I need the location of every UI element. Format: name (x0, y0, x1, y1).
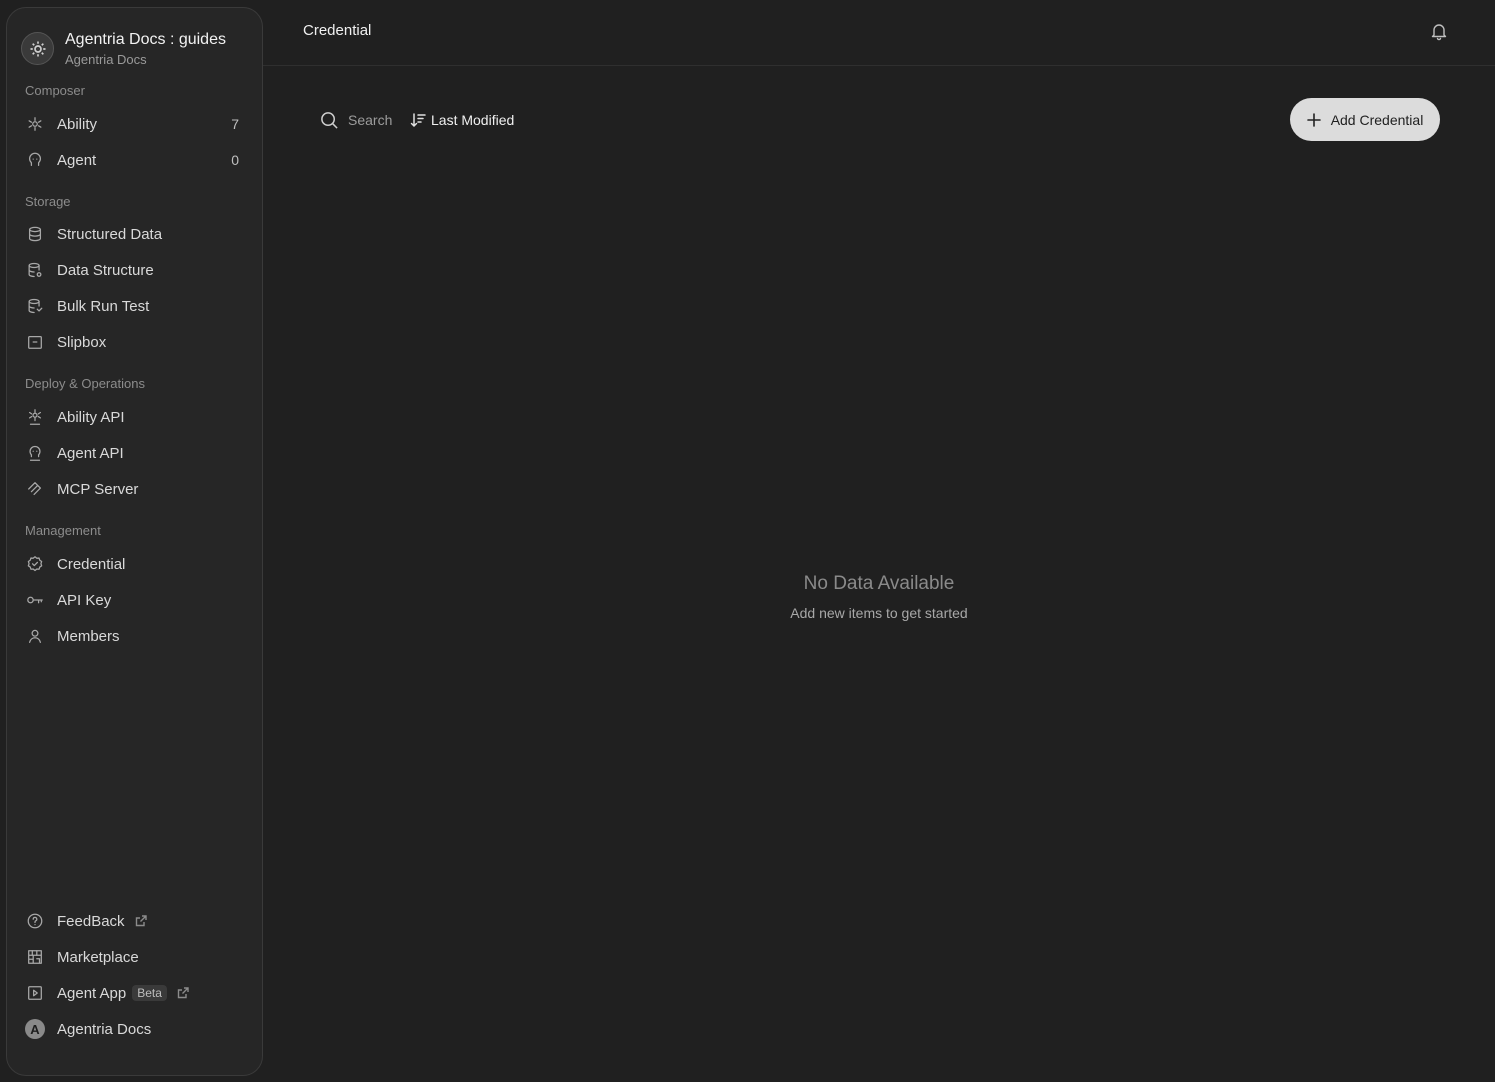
empty-state-subtitle: Add new items to get started (790, 605, 968, 621)
sidebar-item-label: Slipbox (57, 333, 107, 351)
mcp-icon (25, 479, 45, 499)
sidebar-item-slipbox[interactable]: Slipbox (17, 327, 253, 357)
section-label-composer: Composer (25, 83, 85, 98)
sidebar-item-bulk-run-test[interactable]: Bulk Run Test (17, 291, 253, 321)
sidebar-item-ability[interactable]: Ability 7 (17, 109, 253, 139)
ability-api-icon (25, 407, 45, 427)
agent-api-icon (25, 443, 45, 463)
bell-icon[interactable] (1429, 21, 1451, 43)
sidebar-item-label: Agent (57, 151, 97, 169)
workspace-title: Agentria Docs : guides (65, 31, 226, 48)
play-square-icon (25, 983, 45, 1003)
avatar: A (25, 1019, 45, 1039)
database-icon (25, 224, 45, 244)
sidebar-item-label: Data Structure (57, 261, 154, 279)
database-settings-icon (25, 260, 45, 280)
add-credential-button[interactable]: Add Credential (1290, 98, 1440, 141)
store-icon (25, 947, 45, 967)
agent-count: 0 (231, 152, 239, 168)
beta-badge: Beta (132, 985, 167, 1001)
user-icon (25, 626, 45, 646)
gear-icon (21, 32, 54, 65)
sidebar-item-label: Agentria Docs (57, 1020, 152, 1038)
sidebar-item-label: MCP Server (57, 480, 139, 498)
sidebar-item-label: Members (57, 627, 120, 645)
sort-icon (410, 113, 426, 128)
sort-button[interactable]: Last Modified (410, 112, 514, 128)
sidebar-item-data-structure[interactable]: Data Structure (17, 255, 253, 285)
database-test-icon (25, 296, 45, 316)
app-root: Agentria Docs : guides Agentria Docs Com… (0, 0, 1495, 1082)
empty-state: No Data Available Add new items to get s… (263, 573, 1495, 621)
sidebar-item-label: Credential (57, 555, 126, 573)
workspace-switcher[interactable]: Agentria Docs : guides Agentria Docs (21, 30, 226, 69)
sidebar-item-marketplace[interactable]: Marketplace (17, 942, 253, 972)
ability-count: 7 (231, 116, 239, 132)
plus-icon (1306, 112, 1321, 127)
sidebar-item-agent[interactable]: Agent 0 (17, 145, 253, 175)
sidebar-item-label: Agent App (57, 984, 127, 1002)
key-icon (25, 590, 45, 610)
search-input[interactable] (348, 112, 408, 128)
ability-icon (25, 114, 45, 134)
workspace-subtitle: Agentria Docs (65, 52, 147, 67)
sidebar-item-agent-app[interactable]: Agent App Beta (17, 978, 253, 1008)
box-icon (25, 332, 45, 352)
sort-label: Last Modified (431, 112, 515, 128)
sidebar-item-label: Ability (57, 115, 98, 133)
agent-icon (25, 150, 45, 170)
sidebar-item-label: FeedBack (57, 912, 125, 930)
sidebar-item-agent-api[interactable]: Agent API (17, 438, 253, 468)
external-link-icon (135, 915, 147, 927)
sidebar-item-structured-data[interactable]: Structured Data (17, 219, 253, 249)
sidebar-item-label: Bulk Run Test (57, 297, 150, 315)
sidebar-item-ability-api[interactable]: Ability API (17, 402, 253, 432)
sidebar-item-label: Marketplace (57, 948, 139, 966)
top-bar: Credential (263, 0, 1495, 66)
add-credential-label: Add Credential (1330, 111, 1424, 128)
sidebar-item-credential[interactable]: Credential (17, 549, 253, 579)
sidebar-item-label: Structured Data (57, 225, 163, 243)
help-circle-icon (25, 911, 45, 931)
search-icon (321, 111, 338, 129)
toolbar: Last Modified (320, 108, 514, 132)
sidebar-item-label: Ability API (57, 408, 125, 426)
sidebar-item-members[interactable]: Members (17, 621, 253, 651)
sidebar-item-account[interactable]: A Agentria Docs (17, 1014, 253, 1044)
sidebar-item-api-key[interactable]: API Key (17, 585, 253, 615)
section-label-management: Management (25, 523, 101, 538)
section-label-deploy: Deploy & Operations (25, 376, 145, 391)
empty-state-title: No Data Available (803, 573, 955, 594)
badge-check-icon (25, 554, 45, 574)
external-link-icon (177, 987, 189, 999)
sidebar: Agentria Docs : guides Agentria Docs Com… (6, 7, 263, 1076)
sidebar-item-mcp-server[interactable]: MCP Server (17, 474, 253, 504)
section-label-storage: Storage (25, 194, 71, 209)
sidebar-item-feedback[interactable]: FeedBack (17, 906, 253, 936)
page-title: Credential (303, 22, 372, 39)
sidebar-item-label: Agent API (57, 444, 124, 462)
search-box[interactable] (320, 111, 408, 130)
sidebar-item-label: API Key (57, 591, 112, 609)
